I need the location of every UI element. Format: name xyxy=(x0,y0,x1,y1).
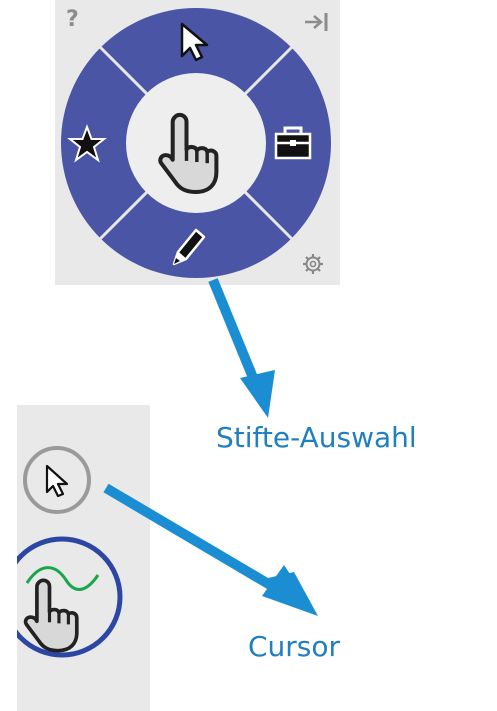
side-hand-button[interactable] xyxy=(4,536,123,658)
canvas-layer xyxy=(4,8,331,658)
annotation-arrow-pens xyxy=(208,278,275,418)
gear-icon[interactable] xyxy=(303,254,323,274)
collapse-to-edge-icon[interactable] xyxy=(305,13,328,31)
pens-selection-label: Stifte-Auswahl xyxy=(216,421,417,454)
cursor-label: Cursor xyxy=(248,630,341,663)
side-cursor-button[interactable] xyxy=(23,446,91,514)
annotation-arrow-cursor xyxy=(103,483,318,616)
